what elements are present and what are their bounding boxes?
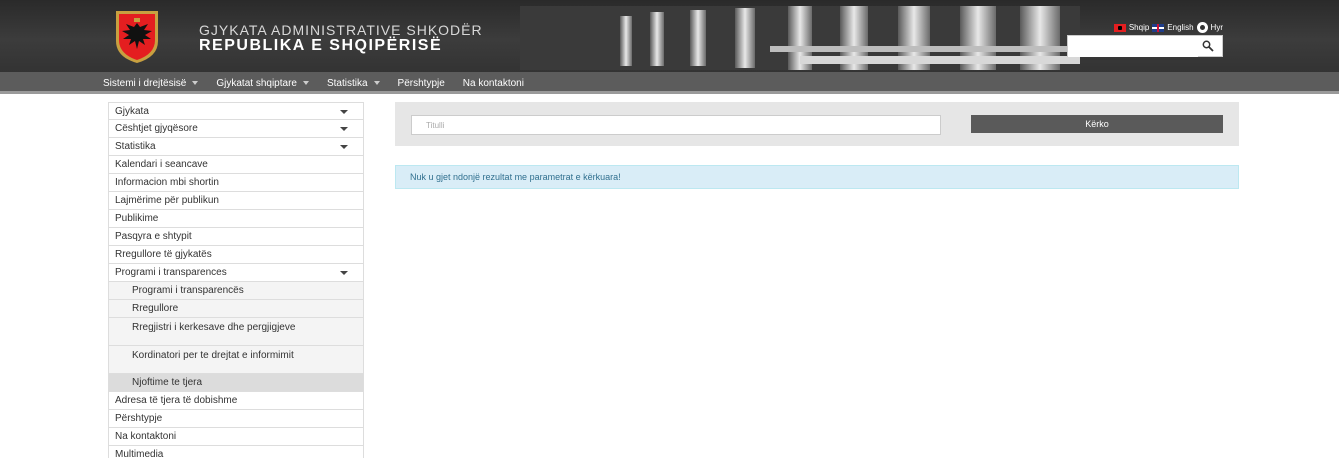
nav-item-kontakt[interactable]: Na kontaktoni <box>463 78 524 89</box>
nav-item-statistika[interactable]: Statistika <box>327 78 380 89</box>
pillars-banner-image <box>520 6 1080 70</box>
sidebar-item[interactable]: Gjykata <box>108 102 364 120</box>
sidebar-subitem[interactable]: Njoftime te tjera <box>108 374 364 392</box>
sidebar-item-label: Pasqyra e shtypit <box>115 231 192 242</box>
chevron-down-icon[interactable] <box>340 271 348 275</box>
sidebar-item-label: Rregullore <box>132 303 179 314</box>
sidebar-item-label: Kordinatori per te drejtat e informimit <box>132 350 294 361</box>
sidebar-item-label: Cështjet gjyqësore <box>115 123 198 134</box>
header-search-input[interactable] <box>1068 36 1198 57</box>
nav-item-label: Përshtypje <box>397 77 445 89</box>
login-label: Hyr <box>1210 23 1223 32</box>
sidebar-subitem[interactable]: Programi i transparencës <box>108 282 364 300</box>
sidebar-item-label: Multimedia <box>115 449 164 458</box>
sidebar-item[interactable]: Multimedia <box>108 446 364 458</box>
main-navbar: Sistemi i drejtësisë Gjykatat shqiptare … <box>0 72 1339 94</box>
nav-item-gjykatat[interactable]: Gjykatat shqiptare <box>216 78 309 89</box>
login-link[interactable]: Hyr <box>1196 22 1223 33</box>
nav-item-pershtypje[interactable]: Përshtypje <box>398 78 445 89</box>
sidebar-item[interactable]: Kalendari i seancave <box>108 156 364 174</box>
uk-flag-icon <box>1152 23 1165 32</box>
sidebar-subitem[interactable]: Kordinatori per te drejtat e informimit <box>108 346 364 374</box>
albania-coat-of-arms-icon[interactable] <box>112 9 162 65</box>
search-button[interactable]: Kërko <box>971 115 1223 133</box>
sidebar-item[interactable]: Adresa të tjera të dobishme <box>108 392 364 410</box>
sidebar-item-label: Përshtypje <box>115 413 163 424</box>
sidebar-item-label: Njoftime te tjera <box>132 377 203 388</box>
sidebar-subitem[interactable]: Rregjistri i kerkesave dhe pergjigjeve <box>108 318 364 346</box>
sidebar-item-label: Publikime <box>115 213 159 224</box>
site-header: GJYKATA ADMINISTRATIVE SHKODËR REPUBLIKA… <box>0 0 1339 72</box>
sidebar-menu: Gjykata Cështjet gjyqësore Statistika Kalen… <box>108 102 364 458</box>
sidebar-item-label: Adresa të tjera të dobishme <box>115 395 238 406</box>
nav-item-sistemi[interactable]: Sistemi i drejtësisë <box>103 77 199 89</box>
main-nav-items: Sistemi i drejtësisë Gjykatat shqiptare … <box>103 72 542 94</box>
title-search-input[interactable] <box>411 115 941 135</box>
sidebar-item[interactable]: Publikime <box>108 210 364 228</box>
lang-english-label: English <box>1167 23 1194 32</box>
sidebar-item[interactable]: Na kontaktoni <box>108 428 364 446</box>
sidebar-item-label: Informacion mbi shortin <box>115 177 219 188</box>
chevron-down-icon <box>192 81 199 85</box>
sidebar-item[interactable]: Programi i transparences <box>108 264 364 282</box>
page: GJYKATA ADMINISTRATIVE SHKODËR REPUBLIKA… <box>0 0 1339 458</box>
sidebar-item[interactable]: Cështjet gjyqësore <box>108 120 364 138</box>
sidebar-item-label: Kalendari i seancave <box>115 159 208 170</box>
lang-english[interactable]: English <box>1152 23 1194 32</box>
sidebar-item-label: Programi i transparences <box>115 267 227 278</box>
sidebar-item[interactable]: Përshtypje <box>108 410 364 428</box>
sidebar-item-label: Programi i transparencës <box>132 285 244 296</box>
sidebar-item[interactable]: Rregullore të gjykatës <box>108 246 364 264</box>
chevron-down-icon <box>302 81 309 85</box>
sidebar-item[interactable]: Statistika <box>108 138 364 156</box>
nav-item-label: Sistemi i drejtësisë <box>103 77 187 89</box>
site-title: GJYKATA ADMINISTRATIVE SHKODËR <box>199 22 483 38</box>
lang-albanian[interactable]: Shqip <box>1113 23 1150 32</box>
site-subtitle: REPUBLIKA E SHQIPËRISË <box>199 37 443 54</box>
header-inner: GJYKATA ADMINISTRATIVE SHKODËR REPUBLIKA… <box>100 0 1239 72</box>
header-search <box>1067 35 1223 57</box>
chevron-down-icon[interactable] <box>340 110 348 114</box>
sidebar-item[interactable]: Lajmërime për publikun <box>108 192 364 210</box>
sidebar-item-label: Rregjistri i kerkesave dhe pergjigjeve <box>132 322 296 333</box>
sidebar-item[interactable]: Informacion mbi shortin <box>108 174 364 192</box>
albania-flag-icon <box>1113 23 1126 32</box>
sidebar-item-label: Na kontaktoni <box>115 431 177 442</box>
chevron-down-icon[interactable] <box>340 145 348 149</box>
search-icon[interactable] <box>1202 40 1214 52</box>
sidebar-item[interactable]: Pasqyra e shtypit <box>108 228 364 246</box>
no-results-alert: Nuk u gjet ndonjë rezultat me parametrat… <box>395 165 1239 189</box>
lang-albanian-label: Shqip <box>1128 23 1150 32</box>
sidebar-item-label: Gjykata <box>115 106 149 117</box>
sidebar-item-label: Rregullore të gjykatës <box>115 249 212 260</box>
sidebar-item-label: Lajmërime për publikun <box>115 195 219 206</box>
sidebar-item-label: Statistika <box>115 141 156 152</box>
chevron-down-icon[interactable] <box>340 127 348 131</box>
language-bar: Shqip English Hyr <box>1113 22 1223 33</box>
sidebar-subitem[interactable]: Rregullore <box>108 300 364 318</box>
search-panel: Kërko <box>395 102 1239 146</box>
nav-item-label: Gjykatat shqiptare <box>216 77 297 89</box>
login-icon <box>1196 22 1208 33</box>
nav-item-label: Statistika <box>326 77 368 89</box>
nav-item-label: Na kontaktoni <box>462 77 524 89</box>
chevron-down-icon <box>373 81 380 85</box>
